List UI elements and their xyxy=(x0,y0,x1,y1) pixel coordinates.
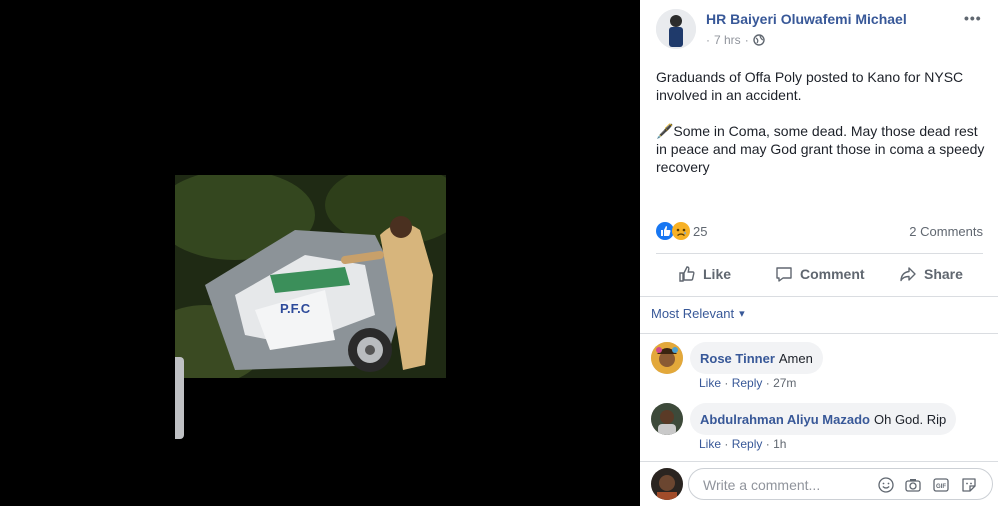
post-body: Graduands of Offa Poly posted to Kano fo… xyxy=(656,68,986,194)
comment-time[interactable]: 27m xyxy=(773,376,796,390)
post-author[interactable]: HR Baiyeri Oluwafemi Michael xyxy=(706,11,907,27)
post-meta-dot-2: · xyxy=(744,33,749,47)
comment-meta-dot: · xyxy=(724,376,729,390)
comment-text: Oh God. Rip xyxy=(873,411,947,427)
comment-bubble: Abdulrahman Aliyu Mazado Oh God. Rip xyxy=(690,403,957,435)
comment-label: Comment xyxy=(800,266,865,282)
globe-icon[interactable] xyxy=(752,34,765,46)
comment-bubble: Rose Tinner Amen xyxy=(690,342,823,374)
svg-text:GIF: GIF xyxy=(936,484,946,490)
thumbs-up-icon xyxy=(679,266,695,282)
current-user-avatar[interactable] xyxy=(651,468,683,500)
divider-filter xyxy=(640,333,998,334)
photo-viewer: P.F.C xyxy=(0,0,640,506)
comments-count[interactable]: 2 Comments xyxy=(909,224,983,239)
like-button[interactable]: Like xyxy=(678,262,731,286)
divider-comments xyxy=(640,296,998,297)
post-paragraph-2: 🖋️Some in Coma, some dead. May those dea… xyxy=(656,123,985,175)
comment-time[interactable]: 1h xyxy=(773,437,786,451)
more-options-icon[interactable]: ••• xyxy=(964,10,982,26)
comment-author[interactable]: Abdulrahman Aliyu Mazado xyxy=(700,412,870,427)
photo-scrollbar[interactable] xyxy=(175,357,184,439)
post-sidebar: HR Baiyeri Oluwafemi Michael · 7 hrs · •… xyxy=(640,0,998,506)
comment-meta-dot: · xyxy=(765,437,770,451)
accident-photo-graphic: P.F.C xyxy=(175,175,446,378)
comment-reply-link[interactable]: Reply xyxy=(732,376,763,390)
comment-button[interactable]: Comment xyxy=(775,262,865,286)
comment-reply-link[interactable]: Reply xyxy=(732,437,763,451)
sad-icon xyxy=(672,222,690,240)
post-time[interactable]: 7 hrs xyxy=(714,33,741,47)
post-meta-dot: · xyxy=(706,33,710,47)
like-label: Like xyxy=(703,266,732,282)
comment-input[interactable] xyxy=(701,476,875,494)
comment-meta-dot: · xyxy=(724,437,729,451)
comment-icon xyxy=(776,267,792,282)
comment-composer[interactable]: GIF xyxy=(688,468,993,500)
avatar-image xyxy=(651,468,683,500)
sticker-icon[interactable] xyxy=(961,477,977,493)
post-meta: · 7 hrs · xyxy=(706,33,765,47)
photo-car-text: P.F.C xyxy=(280,301,311,316)
comment-text: Amen xyxy=(778,350,813,366)
camera-icon[interactable] xyxy=(905,477,921,493)
comment-like-link[interactable]: Like xyxy=(699,437,721,451)
comment-author[interactable]: Rose Tinner xyxy=(700,351,775,366)
avatar-image xyxy=(651,342,683,374)
reactions-summary[interactable]: 25 xyxy=(656,222,707,240)
avatar-image xyxy=(651,403,683,435)
most-relevant-filter[interactable]: Most Relevant ▾ xyxy=(651,306,745,321)
share-icon xyxy=(900,267,916,282)
comment-like-link[interactable]: Like xyxy=(699,376,721,390)
divider-composer xyxy=(640,461,998,462)
author-avatar[interactable] xyxy=(656,9,696,49)
author-avatar-image xyxy=(656,9,696,49)
comment-meta: Like · Reply · 1h xyxy=(699,437,786,451)
gif-icon[interactable]: GIF xyxy=(933,477,949,493)
comment-avatar-rose-tinner[interactable] xyxy=(651,342,683,374)
divider-top xyxy=(656,253,983,254)
post-photo[interactable]: P.F.C xyxy=(175,175,446,378)
share-label: Share xyxy=(924,266,963,282)
emoji-icon[interactable] xyxy=(878,477,894,493)
comment-meta: Like · Reply · 27m xyxy=(699,376,796,390)
post-paragraph-1: Graduands of Offa Poly posted to Kano fo… xyxy=(656,69,964,103)
reaction-count: 25 xyxy=(693,223,708,239)
share-button[interactable]: Share xyxy=(899,262,963,286)
chevron-down-icon: ▾ xyxy=(739,308,745,320)
most-relevant-label: Most Relevant xyxy=(651,306,735,321)
comment-meta-dot: · xyxy=(765,376,770,390)
comment-avatar-abdulrahman[interactable] xyxy=(651,403,683,435)
